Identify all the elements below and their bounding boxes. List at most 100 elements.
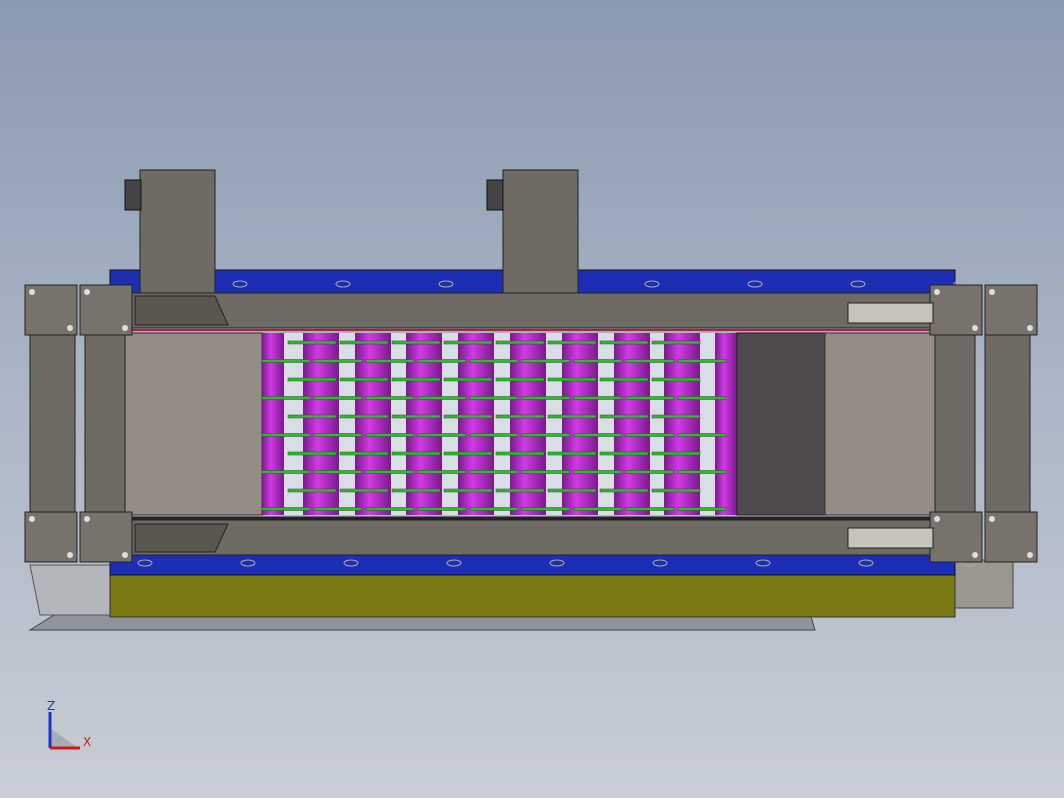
rod: [313, 507, 363, 511]
rod: [365, 470, 415, 474]
rod: [365, 507, 415, 511]
rod: [521, 433, 571, 437]
corner-bolt: [989, 516, 995, 522]
right-support-block: [954, 559, 1014, 609]
rod: [261, 470, 311, 474]
top-left-pulley[interactable]: [134, 295, 229, 326]
rod: [599, 340, 649, 345]
rod: [313, 396, 363, 400]
corner-bolt: [1027, 325, 1033, 331]
rod: [547, 488, 597, 493]
rod: [521, 470, 571, 474]
rod: [365, 396, 415, 400]
left-motor-bracket[interactable]: [139, 169, 216, 296]
right-motor[interactable]: [486, 179, 504, 211]
x-axis-label: X: [83, 735, 91, 749]
corner-bolt: [67, 552, 73, 558]
dark-panel: [736, 332, 826, 516]
corner-bolt: [972, 325, 978, 331]
rod: [287, 377, 337, 382]
rod: [313, 470, 363, 474]
corner-bolt: [1027, 552, 1033, 558]
corner-bolt: [972, 552, 978, 558]
bottom-right-pulley[interactable]: [847, 527, 934, 549]
rod: [625, 359, 675, 363]
rod: [339, 488, 389, 493]
corner-bolt: [934, 516, 940, 522]
rod: [677, 359, 727, 363]
corner-bolt: [989, 289, 995, 295]
right-motor-bracket[interactable]: [502, 169, 579, 296]
rod: [287, 340, 337, 345]
rod: [469, 359, 519, 363]
rod: [625, 507, 675, 511]
rod: [599, 414, 649, 419]
rod: [547, 377, 597, 382]
rod: [651, 451, 701, 456]
corner-bolt: [122, 325, 128, 331]
right-light-panel: [824, 332, 936, 516]
triad-plane: [50, 728, 78, 748]
rod: [469, 507, 519, 511]
rod: [677, 470, 727, 474]
corner-bolt: [934, 289, 940, 295]
rod: [391, 451, 441, 456]
rod: [651, 340, 701, 345]
corner-bolt: [67, 325, 73, 331]
rod: [469, 433, 519, 437]
rod: [547, 340, 597, 345]
rod: [443, 451, 493, 456]
rod: [339, 451, 389, 456]
top-right-pulley[interactable]: [847, 302, 934, 324]
rod: [339, 340, 389, 345]
rod: [469, 396, 519, 400]
axis-triad: Z X: [47, 699, 91, 750]
rod: [287, 414, 337, 419]
rod: [677, 433, 727, 437]
rod: [495, 488, 545, 493]
rod: [521, 359, 571, 363]
rod: [573, 507, 623, 511]
rod: [417, 470, 467, 474]
corner-bolt: [29, 289, 35, 295]
rod: [261, 359, 311, 363]
rod: [417, 359, 467, 363]
left-motor[interactable]: [124, 179, 142, 211]
rod: [417, 507, 467, 511]
rod: [573, 433, 623, 437]
rod: [677, 396, 727, 400]
rod: [443, 414, 493, 419]
rod: [599, 377, 649, 382]
rod: [625, 470, 675, 474]
rod: [495, 451, 545, 456]
rod: [547, 451, 597, 456]
rod: [521, 396, 571, 400]
rod: [261, 507, 311, 511]
rod: [365, 359, 415, 363]
rod: [339, 414, 389, 419]
rod: [599, 488, 649, 493]
rod: [313, 359, 363, 363]
rod: [417, 396, 467, 400]
rod: [599, 451, 649, 456]
rod: [521, 507, 571, 511]
rod: [547, 414, 597, 419]
rod: [573, 396, 623, 400]
corner-bolt: [84, 516, 90, 522]
rod: [287, 451, 337, 456]
rod: [651, 377, 701, 382]
rod: [261, 396, 311, 400]
z-axis-label: Z: [47, 699, 55, 713]
rod: [443, 488, 493, 493]
rail-bolt: [1056, 280, 1064, 288]
left-light-panel: [124, 332, 263, 516]
rod: [573, 359, 623, 363]
rod: [443, 377, 493, 382]
rod: [625, 433, 675, 437]
rod: [261, 433, 311, 437]
cad-viewport[interactable]: [0, 0, 1064, 798]
rod: [573, 470, 623, 474]
olive-base: [109, 574, 956, 618]
rod: [677, 507, 727, 511]
bottom-left-pulley[interactable]: [134, 523, 229, 553]
